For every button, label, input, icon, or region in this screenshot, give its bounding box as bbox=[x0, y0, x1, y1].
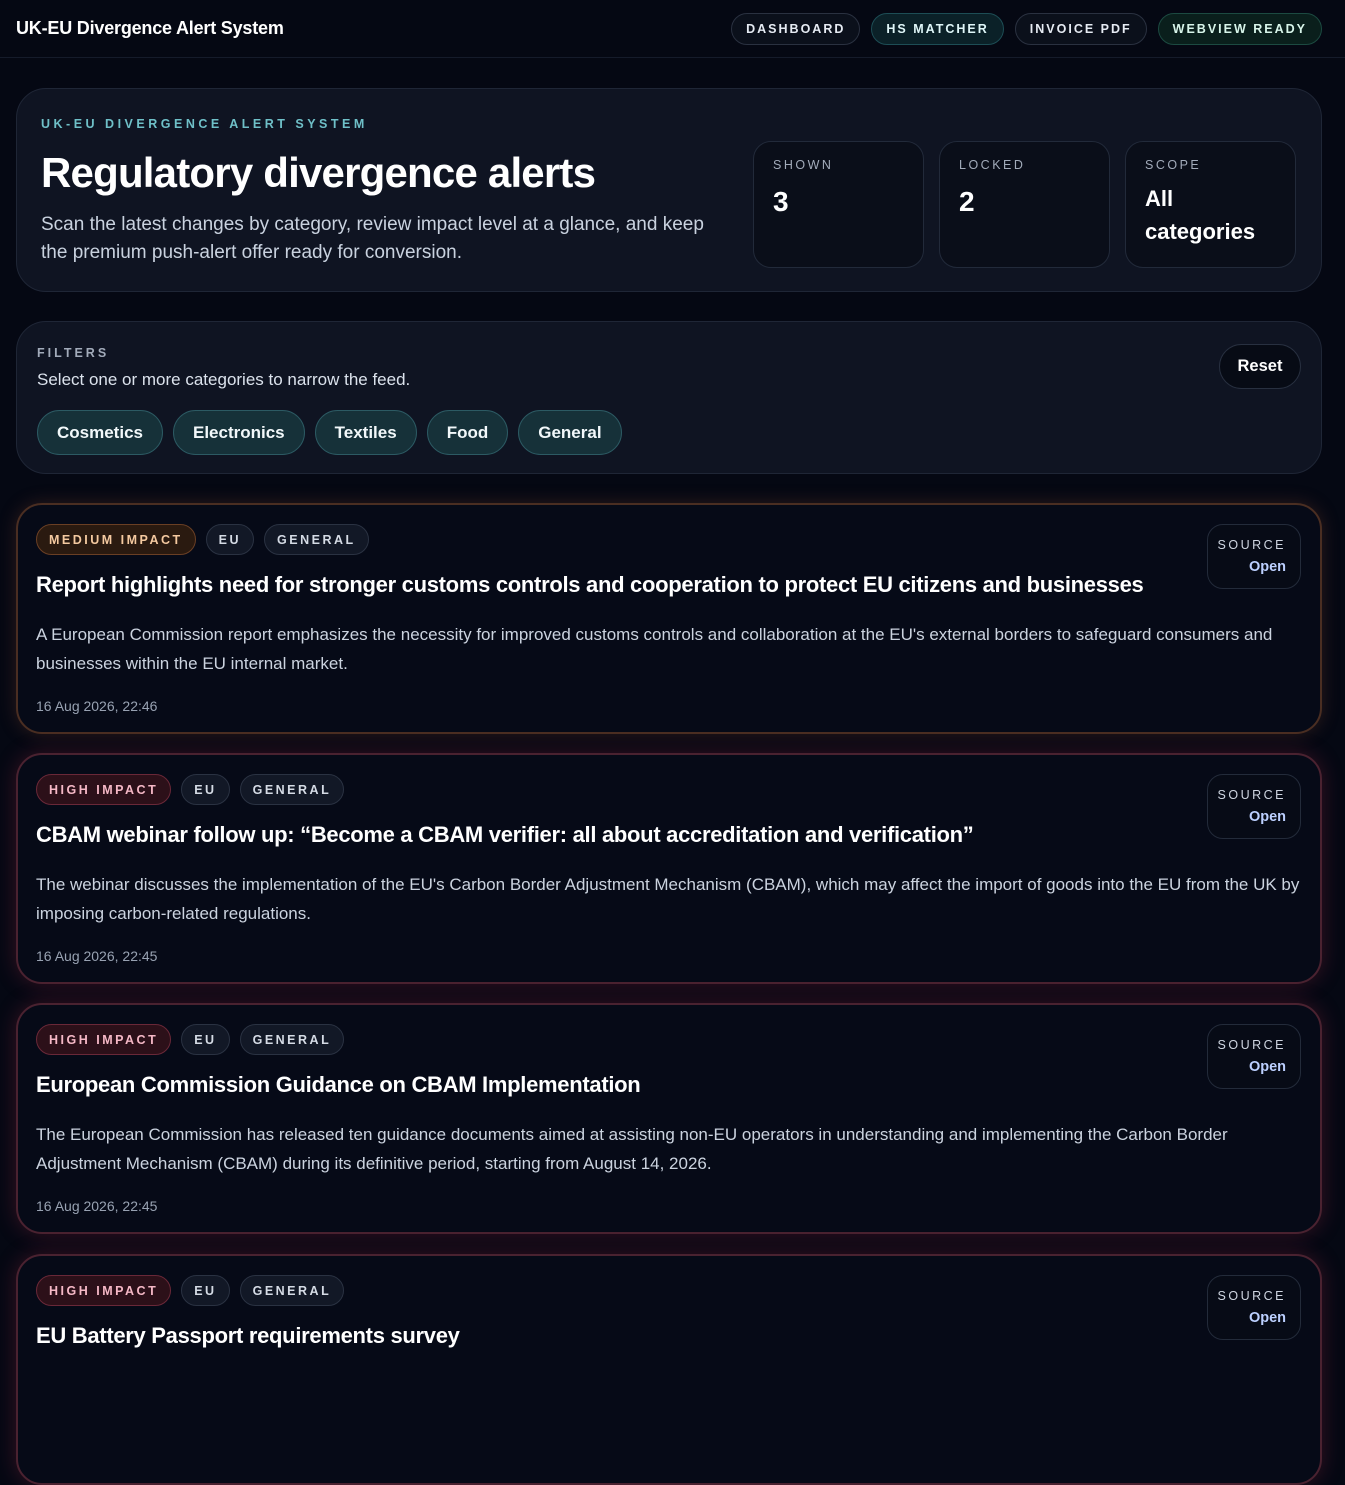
alert-date: 16 Aug 2026, 22:46 bbox=[36, 698, 158, 714]
category-badge: GENERAL bbox=[239, 774, 345, 805]
category-chips: Cosmetics Electronics Textiles Food Gene… bbox=[37, 410, 622, 455]
chip-general[interactable]: General bbox=[518, 410, 622, 455]
chip-cosmetics[interactable]: Cosmetics bbox=[37, 410, 163, 455]
alert-date: 16 Aug 2026, 22:45 bbox=[36, 948, 158, 964]
stat-scope-value: All categories bbox=[1145, 186, 1256, 244]
stat-locked: LOCKED 2 bbox=[939, 141, 1110, 268]
source-link-box[interactable]: SOURCE Open bbox=[1207, 774, 1301, 839]
filters-panel: FILTERS Select one or more categories to… bbox=[16, 321, 1322, 474]
alert-title: Report highlights need for stronger cust… bbox=[36, 572, 1144, 597]
category-badge: GENERAL bbox=[239, 1275, 345, 1306]
impact-badge: HIGH IMPACT bbox=[36, 774, 172, 805]
alert-tags: MEDIUM IMPACT EU GENERAL bbox=[36, 524, 369, 555]
app-title: UK-EU Divergence Alert System bbox=[16, 18, 284, 38]
reset-button[interactable]: Reset bbox=[1219, 344, 1301, 389]
stat-shown-label: SHOWN bbox=[773, 158, 834, 172]
stat-locked-label: LOCKED bbox=[959, 158, 1026, 172]
alert-tags: HIGH IMPACT EU GENERAL bbox=[36, 1275, 345, 1306]
alert-summary: The European Commission has released ten… bbox=[36, 1125, 1228, 1173]
alert-card: MEDIUM IMPACT EU GENERAL Report highligh… bbox=[16, 503, 1322, 734]
stat-locked-value: 2 bbox=[959, 186, 975, 217]
nav-dashboard-button[interactable]: DASHBOARD bbox=[731, 12, 861, 45]
alert-card: HIGH IMPACT EU GENERAL European Commissi… bbox=[16, 1003, 1322, 1234]
stat-shown-value: 3 bbox=[773, 186, 789, 217]
source-label: SOURCE bbox=[1217, 1289, 1286, 1303]
alert-tags: HIGH IMPACT EU GENERAL bbox=[36, 1024, 345, 1055]
source-open-link[interactable]: Open bbox=[1208, 1059, 1286, 1075]
impact-badge: HIGH IMPACT bbox=[36, 1275, 172, 1306]
source-open-link[interactable]: Open bbox=[1208, 1310, 1286, 1326]
chip-electronics[interactable]: Electronics bbox=[172, 410, 305, 455]
alert-date: 16 Aug 2026, 22:45 bbox=[36, 1198, 158, 1214]
source-link-box[interactable]: SOURCE Open bbox=[1207, 524, 1301, 589]
source-open-link[interactable]: Open bbox=[1208, 559, 1286, 575]
top-nav: DASHBOARD HS MATCHER INVOICE PDF WEBVIEW… bbox=[731, 12, 1322, 45]
chip-textiles[interactable]: Textiles bbox=[314, 410, 417, 455]
alert-card: HIGH IMPACT EU GENERAL EU Battery Passpo… bbox=[16, 1254, 1322, 1485]
stat-scope: SCOPE All categories bbox=[1125, 141, 1296, 268]
alert-summary: The webinar discusses the implementation… bbox=[36, 875, 1300, 923]
source-label: SOURCE bbox=[1217, 788, 1286, 802]
nav-webview-ready-button[interactable]: WEBVIEW READY bbox=[1157, 12, 1322, 45]
chip-food[interactable]: Food bbox=[426, 410, 509, 455]
source-link-box[interactable]: SOURCE Open bbox=[1207, 1275, 1301, 1340]
source-label: SOURCE bbox=[1217, 1038, 1286, 1052]
region-badge: EU bbox=[181, 774, 230, 805]
alert-title: EU Battery Passport requirements survey bbox=[36, 1323, 460, 1348]
page-title: Regulatory divergence alerts bbox=[41, 149, 596, 196]
nav-hs-matcher-button[interactable]: HS MATCHER bbox=[871, 12, 1004, 45]
alert-summary: A European Commission report emphasizes … bbox=[36, 625, 1273, 673]
region-badge: EU bbox=[181, 1275, 230, 1306]
filters-hint: Select one or more categories to narrow … bbox=[37, 370, 411, 389]
filters-label: FILTERS bbox=[37, 346, 110, 360]
impact-badge: HIGH IMPACT bbox=[36, 1024, 172, 1055]
hero-eyebrow: UK-EU DIVERGENCE ALERT SYSTEM bbox=[41, 117, 368, 131]
hero-panel: UK-EU DIVERGENCE ALERT SYSTEM Regulatory… bbox=[16, 88, 1322, 292]
alert-title: CBAM webinar follow up: “Become a CBAM v… bbox=[36, 822, 974, 847]
category-badge: GENERAL bbox=[239, 1024, 345, 1055]
alert-tags: HIGH IMPACT EU GENERAL bbox=[36, 774, 345, 805]
alert-card: HIGH IMPACT EU GENERAL CBAM webinar foll… bbox=[16, 753, 1322, 984]
stat-scope-label: SCOPE bbox=[1145, 158, 1202, 172]
stat-shown: SHOWN 3 bbox=[753, 141, 924, 268]
source-link-box[interactable]: SOURCE Open bbox=[1207, 1024, 1301, 1089]
top-bar: UK-EU Divergence Alert System DASHBOARD … bbox=[0, 0, 1345, 58]
source-open-link[interactable]: Open bbox=[1208, 809, 1286, 825]
nav-invoice-pdf-button[interactable]: INVOICE PDF bbox=[1014, 12, 1147, 45]
source-label: SOURCE bbox=[1217, 538, 1286, 552]
impact-badge: MEDIUM IMPACT bbox=[36, 524, 196, 555]
region-badge: EU bbox=[181, 1024, 230, 1055]
alert-title: European Commission Guidance on CBAM Imp… bbox=[36, 1072, 641, 1097]
hero-description: Scan the latest changes by category, rev… bbox=[41, 214, 704, 263]
category-badge: GENERAL bbox=[264, 524, 369, 555]
region-badge: EU bbox=[205, 524, 255, 555]
